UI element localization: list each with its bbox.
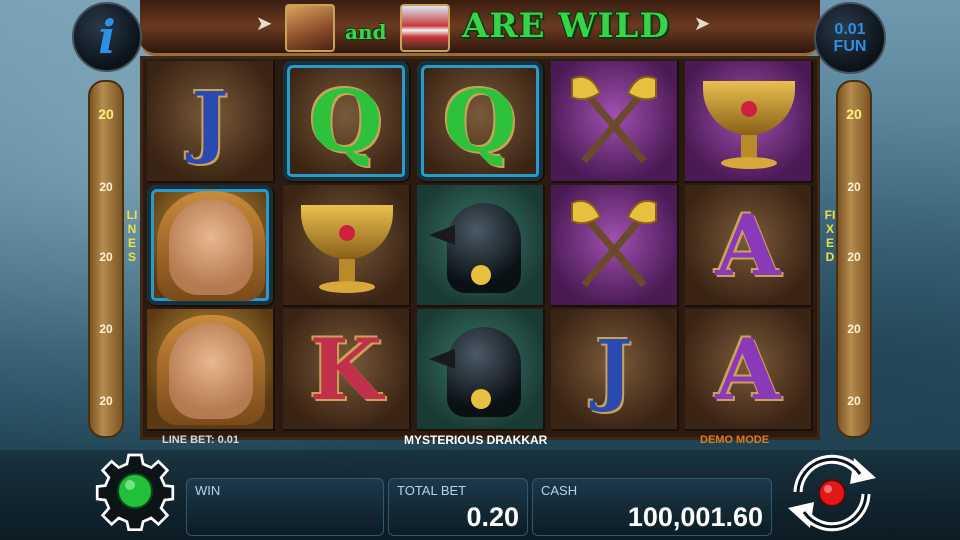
spin-light-icon — [818, 479, 846, 507]
line-number[interactable]: 20 — [90, 394, 122, 408]
denomination-mode: FUN — [833, 38, 867, 55]
reel-symbol-warrior — [147, 185, 275, 307]
chalice-stem — [741, 135, 757, 157]
right-arrow-ornament-icon: ➤ — [693, 13, 711, 35]
a-symbol: A — [715, 319, 781, 419]
amulet-icon — [471, 265, 491, 285]
reel-symbol-chalice — [685, 61, 813, 183]
chalice-stem — [339, 259, 355, 281]
reel-symbol-axes — [551, 185, 679, 307]
total-bet-value: 0.20 — [466, 502, 519, 532]
warrior-wild-icon — [285, 4, 335, 52]
warrior-face-icon — [169, 199, 253, 295]
info-button[interactable]: i — [72, 2, 142, 72]
raven-beak — [429, 225, 455, 245]
crossed-axes-icon — [551, 61, 677, 181]
info-strip: LINE BET: 0.01 MYSTERIOUS DRAKKAR DEMO M… — [140, 432, 820, 450]
win-label: WIN — [195, 483, 221, 498]
left-arrow-ornament-icon: ➤ — [255, 13, 273, 35]
raven-beak — [429, 349, 455, 369]
ruby-gem-icon — [741, 101, 757, 117]
reel-symbol-q: Q — [417, 61, 545, 183]
line-number[interactable]: 20 — [90, 250, 122, 264]
fixed-number: 20 — [847, 250, 861, 264]
status-light-icon — [117, 473, 153, 509]
cash-label: CASH — [541, 483, 578, 498]
reel-symbol-warrior — [147, 309, 275, 431]
warrior-face-icon — [169, 323, 253, 419]
q-symbol: Q — [309, 71, 383, 171]
reel-symbol-q: Q — [283, 61, 411, 183]
reel-symbol-raven — [417, 309, 545, 431]
q-symbol: Q — [443, 71, 517, 171]
info-icon: i — [98, 10, 116, 64]
fixed-number: 20 — [847, 322, 861, 336]
total-bet-label: TOTAL BET — [397, 483, 467, 498]
chalice-base — [319, 281, 375, 293]
gear-icon — [95, 453, 175, 532]
ruby-gem-icon — [339, 225, 355, 241]
reel-grid: J Q K Q J A A — [140, 56, 820, 440]
settings-button[interactable] — [92, 448, 178, 534]
fixed-number: 20 — [847, 180, 861, 194]
banner-connector: and — [345, 20, 387, 44]
banner-wild-text: ARE WILD — [462, 6, 670, 46]
total-bet-box[interactable]: TOTAL BET 0.20 — [388, 478, 528, 536]
amulet-icon — [471, 389, 491, 409]
j-symbol: J — [191, 75, 229, 167]
spin-button[interactable] — [778, 452, 886, 534]
k-symbol: K — [309, 319, 383, 419]
line-number[interactable]: 20 — [90, 106, 122, 122]
reel-symbol-a: A — [685, 309, 813, 431]
cash-value: 100,001.60 — [627, 502, 763, 532]
reel-symbol-a: A — [685, 185, 813, 307]
drakkar-ship-wild-icon — [400, 4, 450, 52]
crossed-axes-icon — [551, 185, 677, 305]
fixed-label: FIXED — [824, 208, 836, 264]
reel-symbol-chalice — [283, 185, 411, 307]
denomination-button[interactable]: 0.01 FUN — [814, 2, 886, 74]
j-symbol: J — [595, 323, 633, 415]
reel-symbol-k: K — [283, 309, 411, 431]
chalice-base — [721, 157, 777, 169]
demo-mode-label: DEMO MODE — [700, 434, 770, 446]
reel-symbol-raven — [417, 185, 545, 307]
line-number[interactable]: 20 — [90, 322, 122, 336]
fixed-panel-right: 20 20 20 20 20 — [836, 80, 872, 438]
cash-box: CASH 100,001.60 — [532, 478, 772, 536]
denomination-value: 0.01 — [834, 21, 866, 38]
game-title: MYSTERIOUS DRAKKAR — [404, 433, 548, 447]
line-bet-label: LINE BET: 0.01 — [162, 434, 240, 446]
line-number[interactable]: 20 — [90, 180, 122, 194]
a-symbol: A — [715, 195, 781, 295]
win-box: WIN — [186, 478, 384, 536]
fixed-number: 20 — [847, 394, 861, 408]
reel-symbol-j: J — [147, 61, 275, 183]
reel-symbol-axes — [551, 61, 679, 183]
lines-label: LINES — [126, 208, 138, 264]
fixed-number: 20 — [846, 106, 862, 122]
lines-panel-left: 20 20 20 20 20 — [88, 80, 124, 438]
autoplay-refresh-icon — [788, 454, 876, 532]
reel-symbol-j: J — [551, 309, 679, 431]
